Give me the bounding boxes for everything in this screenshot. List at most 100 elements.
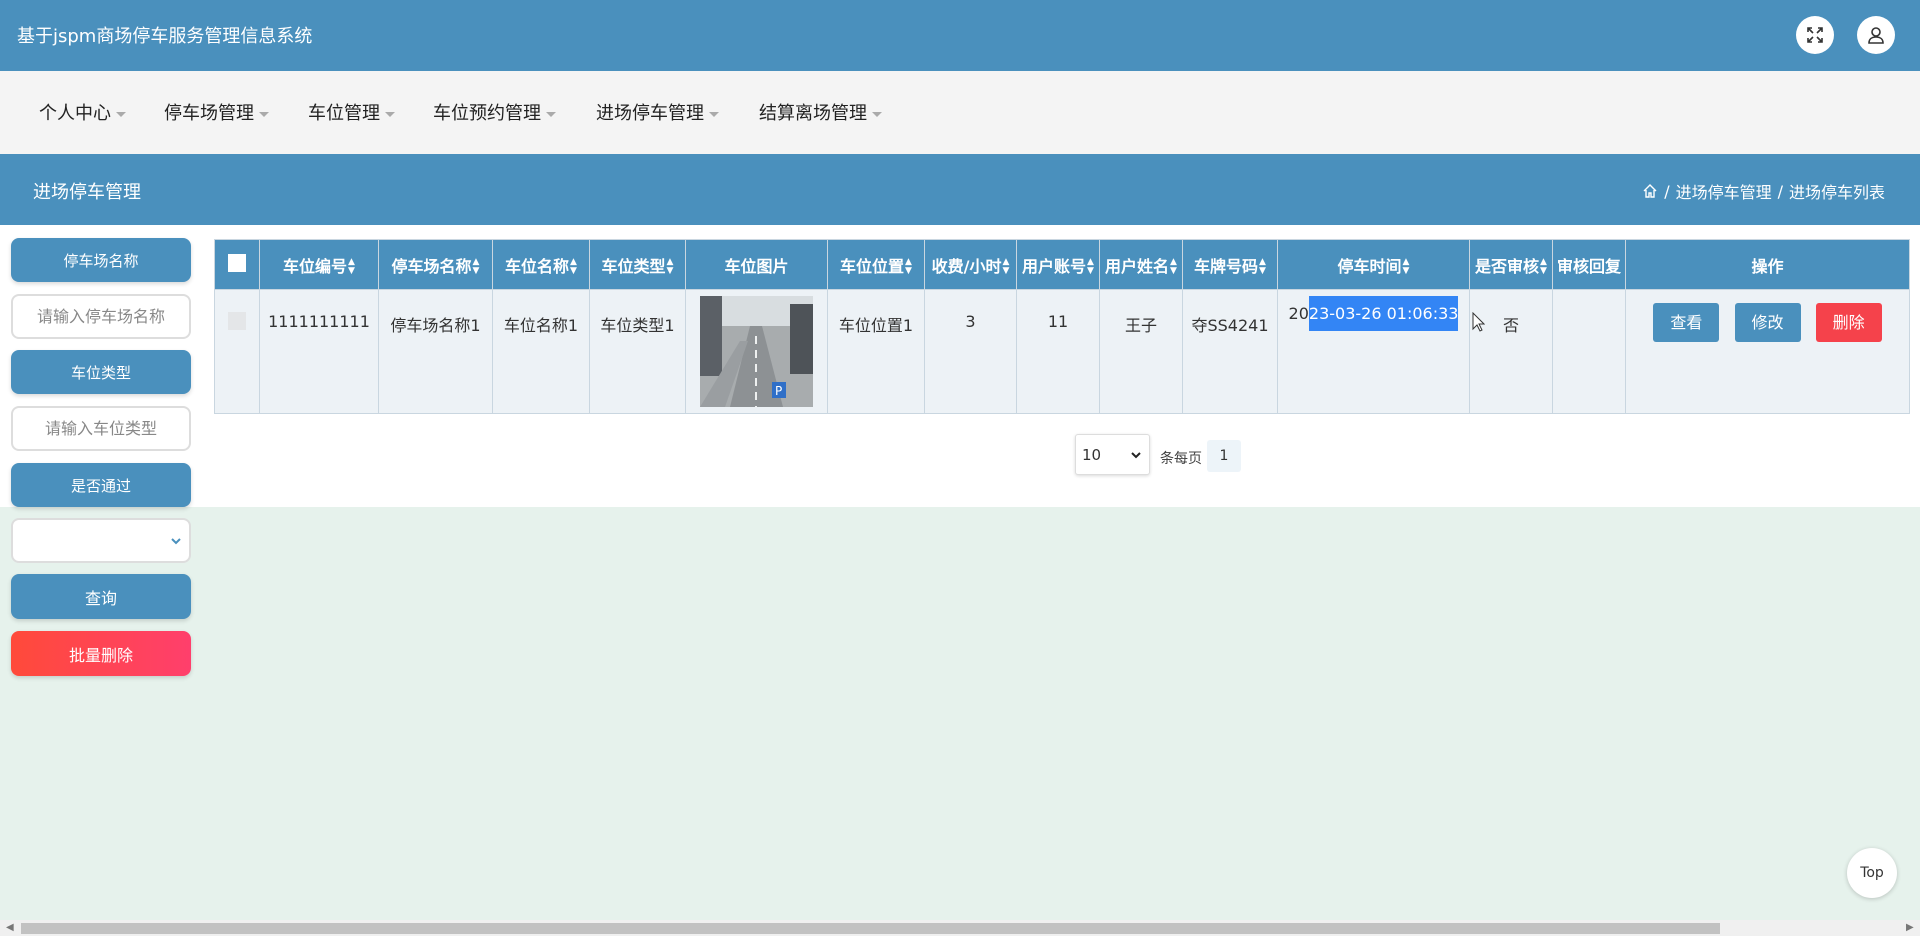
cell-space-location: 车位位置1 — [827, 289, 925, 414]
main-nav: 个人中心 停车场管理 车位管理 车位预约管理 进场停车管理 结算离场管理 — [0, 71, 1920, 154]
cell-plate-no: 夺SS4241 — [1182, 289, 1278, 414]
sort-icon: ▲ ▼ — [1170, 257, 1177, 276]
sort-icon: ▲ ▼ — [1087, 257, 1094, 276]
batch-delete-button[interactable]: 批量删除 — [11, 631, 191, 676]
back-to-top-button[interactable]: Top — [1847, 848, 1897, 898]
column-header[interactable]: 车牌号码▲ ▼ — [1182, 239, 1278, 290]
cell-space-name: 车位名称1 — [492, 289, 590, 414]
caret-down-icon — [385, 111, 395, 117]
query-button[interactable]: 查询 — [11, 574, 191, 619]
scrollbar-thumb[interactable] — [21, 923, 1720, 934]
column-header-label: 车位图片 — [724, 256, 789, 276]
scroll-left-icon[interactable]: ◀ — [6, 922, 14, 933]
column-header: 车位图片 — [685, 239, 828, 290]
parking-space-thumbnail[interactable]: P — [700, 296, 813, 407]
sort-icon: ▲ ▼ — [1002, 257, 1010, 276]
nav-item-entry-parking[interactable]: 进场停车管理 — [596, 99, 719, 125]
section-header: 进场停车管理 / 进场停车管理 / 进场停车列表 — [0, 154, 1920, 225]
breadcrumb-item-parent[interactable]: 进场停车管理 — [1676, 179, 1772, 203]
user-button[interactable] — [1857, 16, 1895, 54]
cell-parking-name: 停车场名称1 — [378, 289, 493, 414]
select-all-header — [214, 239, 260, 290]
cell-space-no: 1111111111 — [259, 289, 379, 414]
column-header[interactable]: 车位编号▲ ▼ — [259, 239, 379, 290]
delete-button[interactable]: 删除 — [1815, 303, 1882, 342]
parking-name-label: 停车场名称 — [11, 238, 191, 282]
caret-down-icon — [872, 111, 882, 117]
cell-review-reply — [1552, 289, 1626, 414]
column-header-label: 用户账号 — [1022, 256, 1087, 276]
scroll-right-icon[interactable]: ▶ — [1906, 922, 1914, 933]
chevron-down-icon — [171, 538, 181, 545]
column-header[interactable]: 车位位置▲ ▼ — [827, 239, 925, 290]
cell-space-image: P — [685, 289, 828, 414]
caret-down-icon — [709, 111, 719, 117]
nav-item-personal-center[interactable]: 个人中心 — [39, 99, 126, 125]
column-header-label: 车牌号码 — [1194, 256, 1259, 276]
page-size-select[interactable]: 10 — [1075, 434, 1150, 475]
caret-down-icon — [116, 111, 126, 117]
column-header-label: 收费/小时 — [931, 256, 1002, 276]
sort-icon: ▲ ▼ — [348, 257, 355, 276]
nav-item-label: 车位管理 — [308, 103, 380, 124]
column-header-label: 操作 — [1751, 256, 1784, 276]
table-row: 1111111111 停车场名称1 车位名称1 车位类型1 P 车位位置1 3 — [214, 289, 1910, 414]
column-header[interactable]: 车位类型▲ ▼ — [589, 239, 686, 290]
page-size-value: 10 — [1082, 446, 1102, 464]
table-header-row: 车位编号▲ ▼ 停车场名称▲ ▼ 车位名称▲ ▼ 车位类型▲ ▼ 车位图片 车位位置▲ ▼… — [214, 239, 1910, 290]
breadcrumb: / 进场停车管理 / 进场停车列表 — [1642, 179, 1885, 203]
column-header[interactable]: 停车时间▲ ▼ — [1277, 239, 1470, 290]
column-header-label: 审核回复 — [1556, 256, 1621, 276]
column-header[interactable]: 停车场名称▲ ▼ — [378, 239, 493, 290]
select-all-checkbox[interactable] — [228, 253, 246, 272]
column-header-label: 车位类型 — [601, 256, 666, 276]
horizontal-scrollbar[interactable]: ◀ ▶ — [0, 920, 1920, 936]
column-header-label: 车位编号 — [283, 256, 348, 276]
svg-text:P: P — [775, 384, 782, 398]
fullscreen-button[interactable] — [1796, 16, 1834, 54]
sort-icon: ▲ ▼ — [666, 257, 674, 276]
column-header: 操作 — [1625, 239, 1910, 290]
nav-item-settlement[interactable]: 结算离场管理 — [759, 99, 882, 125]
column-header[interactable]: 用户账号▲ ▼ — [1016, 239, 1100, 290]
column-header-label: 用户姓名 — [1105, 256, 1170, 276]
data-table: 车位编号▲ ▼ 停车场名称▲ ▼ 车位名称▲ ▼ 车位类型▲ ▼ 车位图片 车位位置▲ ▼… — [214, 239, 1910, 414]
mouse-cursor-icon — [1472, 312, 1485, 332]
edit-button[interactable]: 修改 — [1734, 303, 1801, 342]
nav-item-label: 停车场管理 — [164, 103, 254, 124]
page-number-current[interactable]: 1 — [1207, 440, 1241, 472]
breadcrumb-separator: / — [1777, 181, 1783, 201]
column-header: 审核回复 — [1552, 239, 1626, 290]
column-header[interactable]: 是否审核▲ ▼ — [1469, 239, 1553, 290]
column-header[interactable]: 收费/小时▲ ▼ — [924, 239, 1017, 290]
row-checkbox[interactable] — [228, 312, 246, 330]
home-icon[interactable] — [1642, 183, 1658, 199]
cell-reviewed: 否 — [1469, 289, 1553, 414]
cell-actions: 查看 修改 删除 — [1625, 289, 1910, 414]
expand-icon — [1807, 27, 1823, 43]
cell-parking-time: 2023-03-26 01:06:33 — [1277, 289, 1470, 414]
approved-label: 是否通过 — [11, 463, 191, 507]
sort-icon: ▲ ▼ — [1259, 257, 1266, 276]
column-header[interactable]: 车位名称▲ ▼ — [492, 239, 590, 290]
parking-time-selected: 23-03-26 01:06:33 — [1308, 296, 1459, 331]
nav-item-reservation[interactable]: 车位预约管理 — [433, 99, 556, 125]
sort-icon: ▲ ▼ — [1540, 257, 1547, 276]
sort-icon: ▲ ▼ — [472, 257, 480, 276]
space-type-input[interactable] — [11, 406, 191, 451]
approved-select[interactable] — [11, 518, 191, 563]
cell-space-type: 车位类型1 — [589, 289, 686, 414]
cell-fee-per-hour: 3 — [924, 289, 1017, 414]
nav-item-label: 进场停车管理 — [596, 103, 704, 124]
nav-item-parking-space[interactable]: 车位管理 — [308, 99, 395, 125]
per-page-label: 条每页 — [1160, 451, 1202, 467]
breadcrumb-separator: / — [1664, 181, 1670, 201]
column-header-label: 停车场名称 — [391, 256, 472, 276]
column-header[interactable]: 用户姓名▲ ▼ — [1099, 239, 1183, 290]
sort-icon: ▲ ▼ — [1402, 257, 1410, 276]
view-button[interactable]: 查看 — [1653, 303, 1720, 342]
column-header-label: 停车时间 — [1337, 256, 1402, 276]
nav-item-parking-lot[interactable]: 停车场管理 — [164, 99, 269, 125]
caret-down-icon — [546, 111, 556, 117]
parking-name-input[interactable] — [11, 294, 191, 339]
